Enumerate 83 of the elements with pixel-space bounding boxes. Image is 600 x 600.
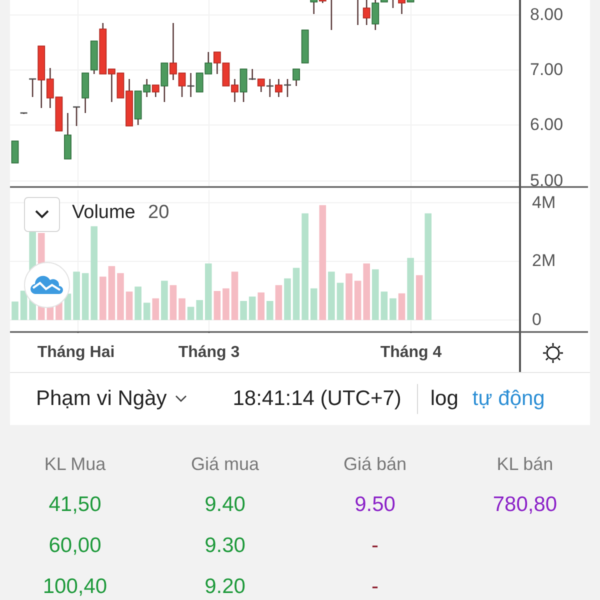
volume-bar [240,300,247,320]
volume-bar [231,272,238,320]
month-label: Tháng Hai [37,345,115,361]
column-header: Giá bán [342,453,408,476]
volume-axis-label: 0 [532,311,542,328]
volume-bar [204,263,212,320]
table-cell: - [372,534,378,558]
candlestick [275,79,282,97]
price-axis-label: 5.00 [530,172,564,189]
table-cell: 9.40 [204,492,246,516]
chevron-down-icon [174,395,187,403]
price-axis-label: 6.00 [530,116,564,133]
volume-bar [117,273,124,320]
candlestick [11,140,19,164]
volume-period: 20 [148,203,170,222]
volume-bar [346,273,352,320]
range-dropdown[interactable]: Phạm vi Ngày [36,383,187,415]
volume-bar [178,298,186,320]
volume-bar [398,293,406,320]
volume-bar [266,300,274,320]
table-cell: 9.20 [204,574,246,598]
volume-bar [372,269,379,320]
month-label: Tháng 3 [178,345,240,361]
brightness-icon[interactable] [542,342,564,364]
volume-bar [64,294,72,320]
column-header: Giá mua [190,453,260,476]
volume-bar [82,273,89,320]
scale-toggle[interactable]: tự động [472,383,545,415]
table-cell: 60,00 [48,534,102,558]
scale-toggle[interactable]: log [430,383,458,415]
table-cell: 41,50 [48,492,102,516]
volume-bar [20,290,28,320]
volume-bar [284,278,291,320]
volume-bar [214,291,221,320]
logo-icon[interactable] [24,262,70,308]
volume-bar [248,296,256,320]
volume-axis-label: 4M [532,194,556,211]
candlestick [20,112,28,114]
candlestick [357,0,358,25]
volume-bar [416,275,423,320]
price-axis-label: 7.00 [530,61,564,78]
volume-bar [407,258,414,320]
volume-bar [196,300,203,320]
volume-bar [143,302,150,320]
volume-bar [187,306,194,320]
volume-axis-label: 2M [532,252,556,270]
volume-bar [170,285,177,320]
volume-bar [258,292,265,320]
volume-bar [354,280,362,320]
volume-bar [363,263,370,320]
candlestick [301,30,309,64]
table-cell: 9.50 [354,492,396,516]
volume-bar [108,266,116,320]
clock-text: 18:41:14 (UTC+7) [232,386,402,412]
volume-bar [310,288,318,320]
volume-bar [161,280,168,320]
month-label: Tháng 4 [380,345,442,361]
table-cell: - [372,574,378,598]
volume-bar [12,302,18,320]
chevron-down-icon [35,210,49,219]
volume-bar [126,292,133,320]
volume-bar [222,288,230,320]
volume-bar [152,298,160,320]
candlestick [330,0,332,30]
volume-bar [134,286,142,320]
table-cell: 780,80 [492,492,558,516]
volume-bar [336,282,344,320]
volume-bar [390,298,396,320]
volume-bar [73,272,80,320]
collapse-button[interactable] [24,197,60,232]
volume-bar [100,276,106,320]
price-axis-label: 8.00 [530,6,564,23]
volume-label: Volume [72,203,136,222]
volume-bar [328,272,335,320]
volume-bar [292,268,300,320]
candlestick [284,79,291,97]
volume-bar [275,285,282,320]
column-header: KL Mua [43,453,107,476]
column-header: KL bán [496,453,554,476]
volume-bar [380,292,388,320]
candlestick [292,68,300,86]
table-cell: 100,40 [42,574,108,598]
table-cell: 9.30 [204,534,246,558]
